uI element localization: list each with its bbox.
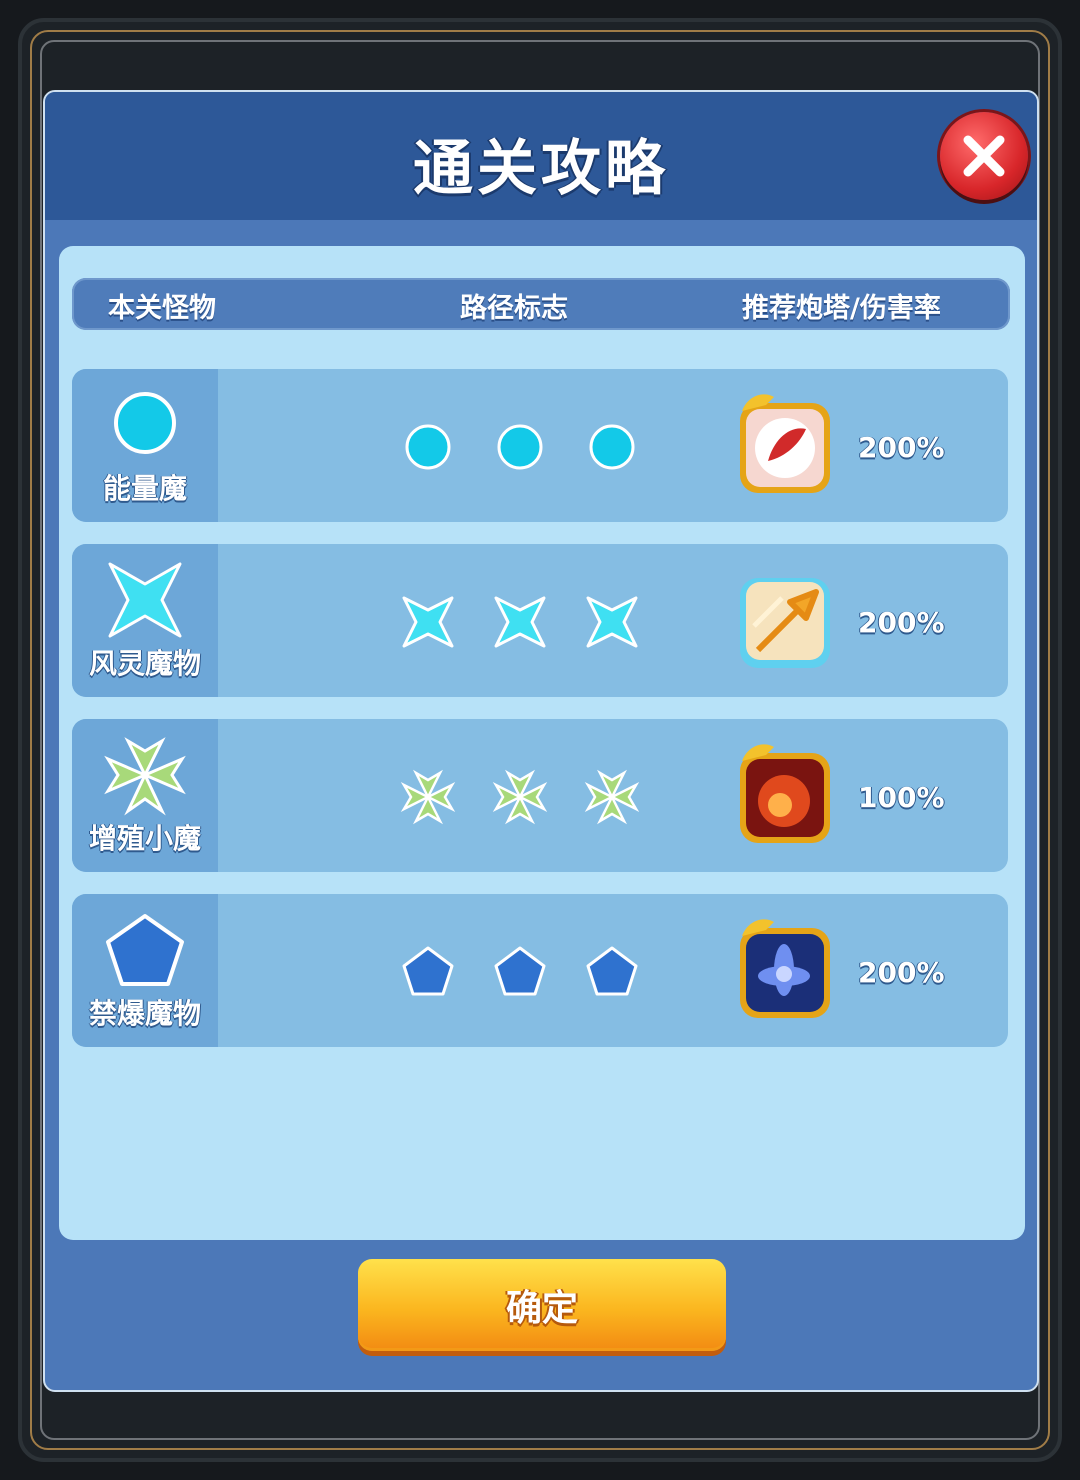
star-mark-icon	[402, 596, 454, 648]
path-marks	[400, 769, 650, 825]
fire-tower-icon[interactable]	[734, 741, 838, 847]
circle-mark-icon	[497, 424, 543, 470]
red-feather-tower-icon[interactable]	[734, 391, 838, 497]
star-mark-icon	[494, 596, 546, 648]
header-monster: 本关怪物	[108, 293, 216, 324]
four-point-star-icon	[108, 562, 182, 638]
path-marks	[400, 944, 650, 1000]
header-tower-rate: 推荐炮塔/伤害率	[742, 293, 941, 324]
arrow-tower-icon[interactable]	[734, 566, 838, 672]
table-header: 本关怪物 路径标志 推荐炮塔/伤害率	[72, 278, 1010, 330]
damage-rate: 200%	[858, 606, 945, 639]
damage-rate: 200%	[858, 956, 945, 989]
close-button[interactable]	[940, 112, 1028, 200]
pentagon-mark-icon	[402, 946, 454, 996]
dialog-title: 通关攻略	[413, 134, 669, 204]
damage-rate: 200%	[858, 431, 945, 464]
monster-row: 禁爆魔物 200%	[72, 894, 1008, 1047]
pentagon-icon	[106, 914, 184, 986]
damage-rate: 100%	[858, 781, 945, 814]
confirm-button[interactable]: 确定	[358, 1259, 726, 1351]
monster-row: 增殖小魔 100%	[72, 719, 1008, 872]
path-marks	[400, 594, 650, 650]
clover-icon	[104, 737, 186, 816]
monster-name: 增殖小魔	[88, 822, 201, 855]
monster-row: 能量魔 200%	[72, 369, 1008, 522]
blue-flower-tower-icon[interactable]	[734, 916, 838, 1022]
close-icon	[963, 135, 1005, 177]
pentagon-mark-icon	[586, 946, 638, 996]
header-path-mark: 路径标志	[460, 293, 568, 324]
monster-name: 风灵魔物	[88, 647, 201, 680]
confirm-button-label: 确定	[505, 1288, 578, 1329]
circle-mark-icon	[405, 424, 451, 470]
star-mark-icon	[586, 596, 638, 648]
pentagon-mark-icon	[494, 946, 546, 996]
clover-mark-icon	[400, 769, 456, 825]
circle-mark-icon	[589, 424, 635, 470]
clover-mark-icon	[492, 769, 548, 825]
monster-row: 风灵魔物 200%	[72, 544, 1008, 697]
path-marks	[400, 419, 650, 475]
monster-name: 禁爆魔物	[88, 997, 201, 1030]
clover-mark-icon	[584, 769, 640, 825]
dialog-header: 通关攻略	[45, 92, 1037, 220]
circle-icon	[114, 392, 176, 454]
monster-name: 能量魔	[102, 472, 187, 505]
